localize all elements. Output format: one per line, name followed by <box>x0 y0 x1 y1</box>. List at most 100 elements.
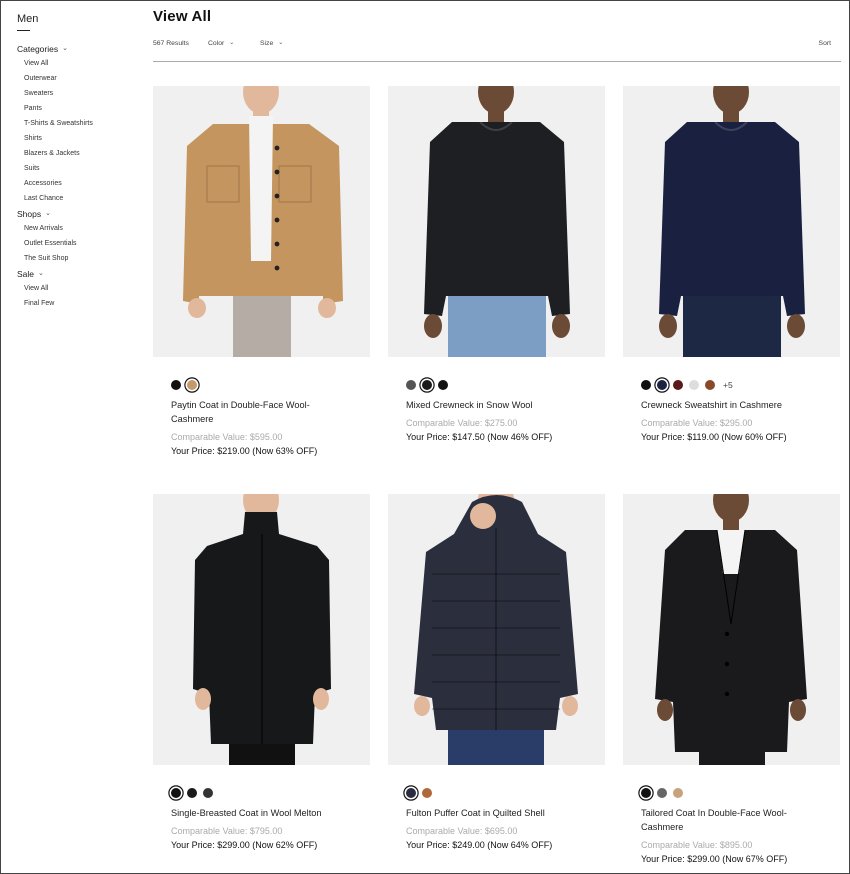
color-swatch[interactable] <box>422 788 432 798</box>
product-image[interactable] <box>388 86 605 357</box>
sidebar-item-tshirts[interactable]: T-Shirts & Sweatshirts <box>17 116 137 131</box>
chevron-down-icon: ⌄ <box>45 209 51 217</box>
product-card[interactable]: Mixed Crewneck in Snow Wool Comparable V… <box>388 86 605 444</box>
comparable-value: Comparable Value: $275.00 <box>406 418 518 428</box>
size-filter-label: Size <box>260 40 274 47</box>
color-filter-label: Color <box>208 40 225 47</box>
color-swatch[interactable] <box>171 788 181 798</box>
page-frame: Men Categories ⌄ View All Outerwear Swea… <box>0 0 850 874</box>
product-name[interactable]: Tailored Coat In Double-Face Wool-Cashme… <box>641 806 822 834</box>
results-count: 567 Results <box>153 40 189 47</box>
sidebar-section-label: Categories <box>17 43 59 54</box>
filter-bar: 567 Results Color ⌄ Size ⌄ Sort <box>153 40 841 52</box>
sidebar-item-outerwear[interactable]: Outerwear <box>17 71 137 86</box>
product-price: Your Price: $299.00 (Now 67% OFF) <box>641 854 788 864</box>
color-swatch[interactable] <box>187 380 197 390</box>
color-swatch[interactable] <box>187 788 197 798</box>
product-card[interactable]: Fulton Puffer Coat in Quilted Shell Comp… <box>388 494 605 852</box>
color-swatch[interactable] <box>406 788 416 798</box>
product-price: Your Price: $249.00 (Now 64% OFF) <box>406 840 553 850</box>
color-swatch[interactable] <box>171 380 181 390</box>
color-swatches <box>406 378 605 392</box>
header-divider <box>153 61 841 62</box>
color-swatch[interactable] <box>657 788 667 798</box>
page-title: View All <box>153 8 212 25</box>
sort-button[interactable]: Sort <box>819 40 831 47</box>
product-image[interactable] <box>153 494 370 765</box>
color-swatch[interactable] <box>673 788 683 798</box>
sidebar-section-shops[interactable]: Shops ⌄ <box>17 206 137 221</box>
product-image[interactable] <box>623 494 840 765</box>
comparable-value: Comparable Value: $895.00 <box>641 840 753 850</box>
color-filter[interactable]: Color ⌄ <box>208 40 234 47</box>
product-photo <box>655 494 807 765</box>
sidebar-item-new-arrivals[interactable]: New Arrivals <box>17 221 137 236</box>
product-image[interactable] <box>153 86 370 357</box>
product-photo <box>193 494 331 765</box>
sidebar-item-view-all[interactable]: View All <box>17 56 137 71</box>
product-card[interactable]: Single-Breasted Coat in Wool Melton Comp… <box>153 494 370 852</box>
more-colors-link[interactable]: +5 <box>723 380 733 390</box>
product-image[interactable] <box>623 86 840 357</box>
chevron-down-icon: ⌄ <box>62 44 68 52</box>
product-name[interactable]: Fulton Puffer Coat in Quilted Shell <box>406 806 587 820</box>
sidebar-item-pants[interactable]: Pants <box>17 101 137 116</box>
sidebar-title-underline <box>17 30 30 31</box>
color-swatch[interactable] <box>657 380 667 390</box>
color-swatch[interactable] <box>705 380 715 390</box>
sidebar-item-final-few[interactable]: Final Few <box>17 296 137 311</box>
sidebar-item-blazers[interactable]: Blazers & Jackets <box>17 146 137 161</box>
sidebar-section-sale[interactable]: Sale ⌄ <box>17 266 137 281</box>
product-photo <box>659 86 805 357</box>
color-swatches <box>171 378 370 392</box>
color-swatch[interactable] <box>438 380 448 390</box>
color-swatch[interactable] <box>422 380 432 390</box>
product-card[interactable]: +5 Crewneck Sweatshirt in Cashmere Compa… <box>623 86 840 444</box>
sidebar-item-last-chance[interactable]: Last Chance <box>17 191 137 206</box>
product-name[interactable]: Single-Breasted Coat in Wool Melton <box>171 806 352 820</box>
product-name[interactable]: Crewneck Sweatshirt in Cashmere <box>641 398 822 412</box>
product-photo <box>414 494 578 765</box>
chevron-down-icon: ⌄ <box>229 40 235 46</box>
color-swatches <box>641 786 840 800</box>
color-swatch[interactable] <box>641 788 651 798</box>
comparable-value: Comparable Value: $695.00 <box>406 826 518 836</box>
product-price: Your Price: $147.50 (Now 46% OFF) <box>406 432 553 442</box>
color-swatch[interactable] <box>689 380 699 390</box>
color-swatch[interactable] <box>203 788 213 798</box>
product-photo <box>183 86 343 357</box>
product-name[interactable]: Paytin Coat in Double-Face Wool-Cashmere <box>171 398 352 426</box>
color-swatch[interactable] <box>641 380 651 390</box>
product-name[interactable]: Mixed Crewneck in Snow Wool <box>406 398 587 412</box>
sidebar-section-label: Sale <box>17 268 35 279</box>
sidebar-item-sweaters[interactable]: Sweaters <box>17 86 137 101</box>
color-swatch[interactable] <box>406 380 416 390</box>
sidebar-item-sale-view-all[interactable]: View All <box>17 281 137 296</box>
color-swatches <box>171 786 370 800</box>
product-price: Your Price: $119.00 (Now 60% OFF) <box>641 432 787 442</box>
comparable-value: Comparable Value: $595.00 <box>171 432 283 442</box>
color-swatches <box>406 786 605 800</box>
sidebar-item-suits[interactable]: Suits <box>17 161 137 176</box>
chevron-down-icon: ⌄ <box>38 269 44 277</box>
sidebar-item-outlet-essentials[interactable]: Outlet Essentials <box>17 236 137 251</box>
color-swatch[interactable] <box>673 380 683 390</box>
product-price: Your Price: $299.00 (Now 62% OFF) <box>171 840 318 850</box>
product-price: Your Price: $219.00 (Now 63% OFF) <box>171 446 318 456</box>
category-sidebar: Men Categories ⌄ View All Outerwear Swea… <box>17 13 137 311</box>
product-image[interactable] <box>388 494 605 765</box>
comparable-value: Comparable Value: $295.00 <box>641 418 753 428</box>
sidebar-title: Men <box>17 13 39 25</box>
sidebar-item-suit-shop[interactable]: The Suit Shop <box>17 251 137 266</box>
chevron-down-icon: ⌄ <box>278 40 284 46</box>
product-card[interactable]: Paytin Coat in Double-Face Wool-Cashmere… <box>153 86 370 458</box>
sidebar-section-categories[interactable]: Categories ⌄ <box>17 41 137 56</box>
sidebar-section-label: Shops <box>17 208 42 219</box>
size-filter[interactable]: Size ⌄ <box>260 40 283 47</box>
comparable-value: Comparable Value: $795.00 <box>171 826 283 836</box>
product-photo <box>424 86 570 357</box>
product-card[interactable]: Tailored Coat In Double-Face Wool-Cashme… <box>623 494 840 866</box>
sidebar-item-shirts[interactable]: Shirts <box>17 131 137 146</box>
sidebar-item-accessories[interactable]: Accessories <box>17 176 137 191</box>
color-swatches: +5 <box>641 378 840 392</box>
